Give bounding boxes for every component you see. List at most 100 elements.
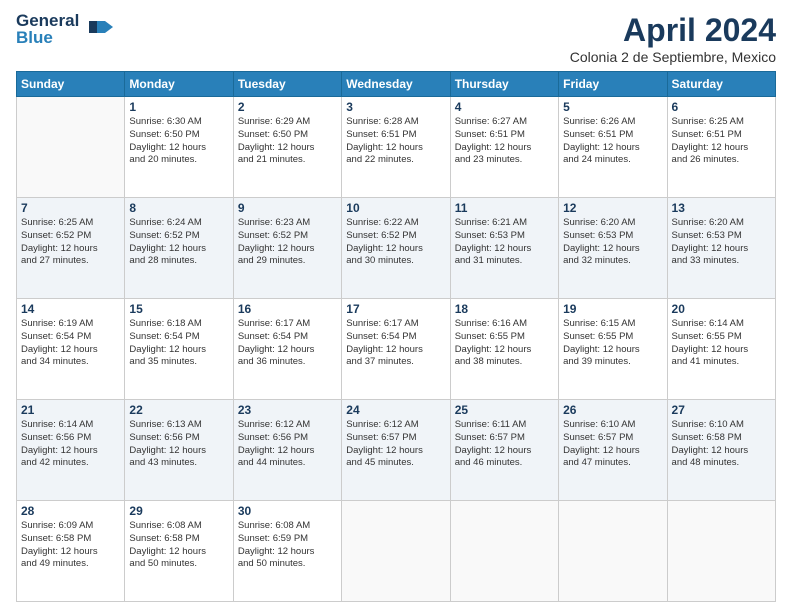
calendar-cell: 5 Sunrise: 6:26 AM Sunset: 6:51 PM Daylig…: [559, 97, 667, 198]
day-number: 22: [129, 403, 228, 417]
calendar-cell: [450, 501, 558, 602]
day-info: Sunrise: 6:30 AM Sunset: 6:50 PM Dayligh…: [129, 116, 228, 167]
logo-icon: [85, 13, 113, 46]
calendar-cell: 7 Sunrise: 6:25 AM Sunset: 6:52 PM Daylig…: [17, 198, 125, 299]
day-info: Sunrise: 6:17 AM Sunset: 6:54 PM Dayligh…: [346, 318, 445, 369]
calendar-cell: 25Sunrise: 6:11 AM Sunset: 6:57 PM Dayli…: [450, 400, 558, 501]
day-number: 13: [672, 201, 771, 215]
day-number: 7: [21, 201, 120, 215]
calendar-cell: 3 Sunrise: 6:28 AM Sunset: 6:51 PM Daylig…: [342, 97, 450, 198]
calendar-week-row: 14Sunrise: 6:19 AM Sunset: 6:54 PM Dayli…: [17, 299, 776, 400]
day-number: 17: [346, 302, 445, 316]
day-info: Sunrise: 6:18 AM Sunset: 6:54 PM Dayligh…: [129, 318, 228, 369]
day-number: 30: [238, 504, 337, 518]
calendar-cell: 26 Sunrise: 6:10 AM Sunset: 6:57 PM Dayli…: [559, 400, 667, 501]
calendar-cell: [667, 501, 775, 602]
day-info: Sunrise: 6:25 AM Sunset: 6:52 PM Dayligh…: [21, 217, 120, 268]
day-info: Sunrise: 6:24 AM Sunset: 6:52 PM Dayligh…: [129, 217, 228, 268]
calendar-cell: [17, 97, 125, 198]
logo-general: General: [16, 12, 79, 29]
calendar-cell: 20 Sunrise: 6:14 AM Sunset: 6:55 PM Dayli…: [667, 299, 775, 400]
day-number: 8: [129, 201, 228, 215]
day-number: 3: [346, 100, 445, 114]
day-number: 16: [238, 302, 337, 316]
day-info: Sunrise: 6:15 AM Sunset: 6:55 PM Dayligh…: [563, 318, 662, 369]
col-header-saturday: Saturday: [667, 72, 775, 97]
day-info: Sunrise: 6:14 AM Sunset: 6:55 PM Dayligh…: [672, 318, 771, 369]
day-info: Sunrise: 6:10 AM Sunset: 6:57 PM Dayligh…: [563, 419, 662, 470]
calendar-cell: 27Sunrise: 6:10 AM Sunset: 6:58 PM Dayli…: [667, 400, 775, 501]
calendar-cell: [342, 501, 450, 602]
day-number: 23: [238, 403, 337, 417]
day-number: 11: [455, 201, 554, 215]
calendar-week-row: 1 Sunrise: 6:30 AM Sunset: 6:50 PM Daylig…: [17, 97, 776, 198]
day-number: 15: [129, 302, 228, 316]
day-info: Sunrise: 6:28 AM Sunset: 6:51 PM Dayligh…: [346, 116, 445, 167]
day-number: 5: [563, 100, 662, 114]
month-title: April 2024: [570, 12, 776, 49]
calendar-cell: 30 Sunrise: 6:08 AM Sunset: 6:59 PM Dayli…: [233, 501, 341, 602]
calendar-cell: 28Sunrise: 6:09 AM Sunset: 6:58 PM Dayli…: [17, 501, 125, 602]
day-info: Sunrise: 6:16 AM Sunset: 6:55 PM Dayligh…: [455, 318, 554, 369]
day-info: Sunrise: 6:25 AM Sunset: 6:51 PM Dayligh…: [672, 116, 771, 167]
logo-blue: Blue: [16, 29, 53, 46]
day-info: Sunrise: 6:12 AM Sunset: 6:57 PM Dayligh…: [346, 419, 445, 470]
day-info: Sunrise: 6:26 AM Sunset: 6:51 PM Dayligh…: [563, 116, 662, 167]
page: General Blue April 2024 Colonia 2 de Sep…: [0, 0, 792, 612]
calendar-cell: 17 Sunrise: 6:17 AM Sunset: 6:54 PM Dayli…: [342, 299, 450, 400]
calendar-cell: 8 Sunrise: 6:24 AM Sunset: 6:52 PM Daylig…: [125, 198, 233, 299]
calendar-header-row: SundayMondayTuesdayWednesdayThursdayFrid…: [17, 72, 776, 97]
calendar-cell: 9 Sunrise: 6:23 AM Sunset: 6:52 PM Daylig…: [233, 198, 341, 299]
calendar-table: SundayMondayTuesdayWednesdayThursdayFrid…: [16, 71, 776, 602]
calendar-cell: 10Sunrise: 6:22 AM Sunset: 6:52 PM Dayli…: [342, 198, 450, 299]
day-number: 1: [129, 100, 228, 114]
day-info: Sunrise: 6:09 AM Sunset: 6:58 PM Dayligh…: [21, 520, 120, 571]
day-info: Sunrise: 6:27 AM Sunset: 6:51 PM Dayligh…: [455, 116, 554, 167]
day-number: 29: [129, 504, 228, 518]
day-number: 14: [21, 302, 120, 316]
day-info: Sunrise: 6:08 AM Sunset: 6:59 PM Dayligh…: [238, 520, 337, 571]
calendar-cell: 4 Sunrise: 6:27 AM Sunset: 6:51 PM Daylig…: [450, 97, 558, 198]
calendar-week-row: 28Sunrise: 6:09 AM Sunset: 6:58 PM Dayli…: [17, 501, 776, 602]
calendar-cell: 13Sunrise: 6:20 AM Sunset: 6:53 PM Dayli…: [667, 198, 775, 299]
day-number: 19: [563, 302, 662, 316]
calendar-cell: 21 Sunrise: 6:14 AM Sunset: 6:56 PM Dayli…: [17, 400, 125, 501]
day-number: 4: [455, 100, 554, 114]
day-number: 2: [238, 100, 337, 114]
header: General Blue April 2024 Colonia 2 de Sep…: [16, 12, 776, 65]
day-info: Sunrise: 6:14 AM Sunset: 6:56 PM Dayligh…: [21, 419, 120, 470]
day-number: 26: [563, 403, 662, 417]
calendar-cell: 2Sunrise: 6:29 AM Sunset: 6:50 PM Daylig…: [233, 97, 341, 198]
day-info: Sunrise: 6:23 AM Sunset: 6:52 PM Dayligh…: [238, 217, 337, 268]
day-info: Sunrise: 6:13 AM Sunset: 6:56 PM Dayligh…: [129, 419, 228, 470]
day-number: 21: [21, 403, 120, 417]
calendar-cell: 11 Sunrise: 6:21 AM Sunset: 6:53 PM Dayli…: [450, 198, 558, 299]
col-header-thursday: Thursday: [450, 72, 558, 97]
calendar-cell: 29 Sunrise: 6:08 AM Sunset: 6:58 PM Dayli…: [125, 501, 233, 602]
title-area: April 2024 Colonia 2 de Septiembre, Mexi…: [570, 12, 776, 65]
calendar-cell: 24Sunrise: 6:12 AM Sunset: 6:57 PM Dayli…: [342, 400, 450, 501]
calendar-week-row: 21 Sunrise: 6:14 AM Sunset: 6:56 PM Dayli…: [17, 400, 776, 501]
calendar-cell: [559, 501, 667, 602]
day-info: Sunrise: 6:08 AM Sunset: 6:58 PM Dayligh…: [129, 520, 228, 571]
day-info: Sunrise: 6:12 AM Sunset: 6:56 PM Dayligh…: [238, 419, 337, 470]
calendar-cell: 16 Sunrise: 6:17 AM Sunset: 6:54 PM Dayli…: [233, 299, 341, 400]
calendar-cell: 6 Sunrise: 6:25 AM Sunset: 6:51 PM Daylig…: [667, 97, 775, 198]
calendar-cell: 18Sunrise: 6:16 AM Sunset: 6:55 PM Dayli…: [450, 299, 558, 400]
day-info: Sunrise: 6:17 AM Sunset: 6:54 PM Dayligh…: [238, 318, 337, 369]
calendar-week-row: 7 Sunrise: 6:25 AM Sunset: 6:52 PM Daylig…: [17, 198, 776, 299]
day-number: 6: [672, 100, 771, 114]
day-number: 12: [563, 201, 662, 215]
subtitle: Colonia 2 de Septiembre, Mexico: [570, 49, 776, 65]
calendar-cell: 19 Sunrise: 6:15 AM Sunset: 6:55 PM Dayli…: [559, 299, 667, 400]
day-number: 20: [672, 302, 771, 316]
calendar-cell: 14Sunrise: 6:19 AM Sunset: 6:54 PM Dayli…: [17, 299, 125, 400]
calendar-cell: 15 Sunrise: 6:18 AM Sunset: 6:54 PM Dayli…: [125, 299, 233, 400]
day-number: 27: [672, 403, 771, 417]
col-header-tuesday: Tuesday: [233, 72, 341, 97]
day-info: Sunrise: 6:21 AM Sunset: 6:53 PM Dayligh…: [455, 217, 554, 268]
logo: General Blue: [16, 12, 113, 46]
col-header-monday: Monday: [125, 72, 233, 97]
day-number: 9: [238, 201, 337, 215]
calendar-cell: 1 Sunrise: 6:30 AM Sunset: 6:50 PM Daylig…: [125, 97, 233, 198]
